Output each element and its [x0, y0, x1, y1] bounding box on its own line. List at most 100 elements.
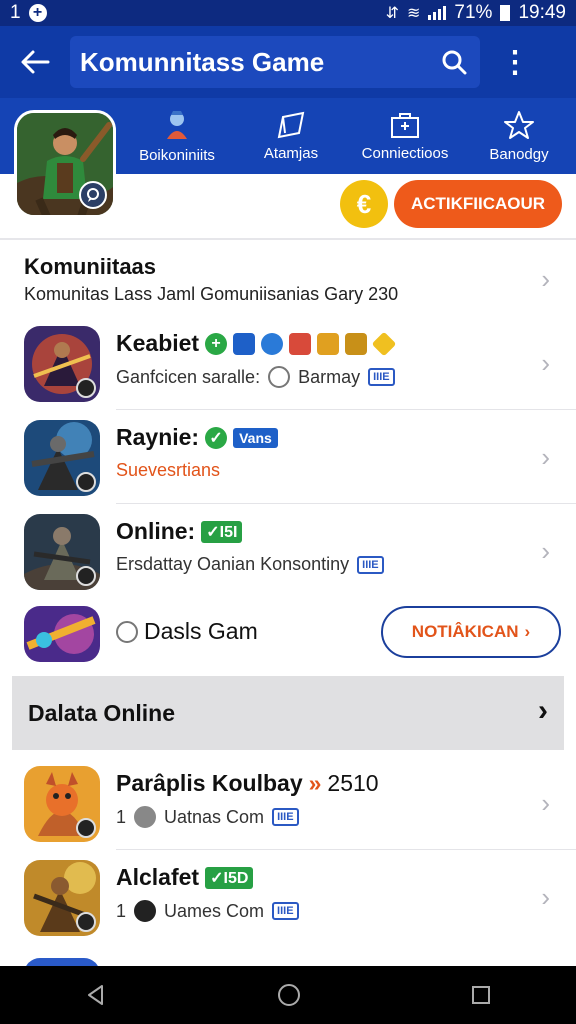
signal-icon	[428, 6, 447, 20]
clock-icon	[134, 806, 157, 828]
badge-icon	[76, 566, 96, 586]
battery-percent: 71%	[454, 2, 493, 23]
back-triangle-icon[interactable]	[84, 983, 108, 1007]
tab-atamjas[interactable]: Atamjas	[234, 98, 348, 174]
tab-conniectioos[interactable]: Conniectioos	[348, 98, 462, 174]
item-subtitle: Ganfcicen saralle: Barmay IIIE	[116, 366, 395, 388]
tab-bar: Boikoniniits Atamjas Conniectioos Banodg…	[120, 98, 576, 174]
keyboard-icon: IIIE	[368, 368, 395, 386]
briefcase-icon	[391, 112, 419, 138]
app-bar: Komunnitass Game ⋮	[0, 26, 576, 98]
list-item[interactable]: Online: ✓I5I Ersdattay Oanian Konsontiny…	[0, 504, 576, 598]
item-title: Dasls Gam	[116, 618, 258, 645]
community-section-header[interactable]: Komuniitaas Komunitas Lass Jaml Gomuniis…	[0, 246, 576, 312]
list-item[interactable]: Parâplis Koulbay » 2510 1 Uatnas Com III…	[0, 756, 576, 850]
item-sub-prefix: 1	[116, 900, 127, 921]
double-chevron-icon: »	[308, 770, 322, 796]
keyboard-icon: IIIE	[272, 902, 299, 920]
badge-icon	[76, 818, 96, 838]
search-button[interactable]	[428, 36, 480, 88]
keyboard-icon: IIIE	[357, 555, 384, 574]
tab-banodgy[interactable]: Banodgy	[462, 98, 576, 174]
sync-icon: ⇵	[385, 5, 400, 22]
wifi-icon: ≋	[407, 5, 421, 22]
game-thumbnail	[24, 326, 100, 402]
shield-icon	[233, 332, 256, 355]
radio-button[interactable]	[116, 620, 138, 643]
notification-button[interactable]: NOTIÂKICAN ›	[381, 606, 561, 658]
section-title: Dalata Online	[28, 700, 175, 726]
search-icon	[442, 50, 467, 75]
section-title: Komuniitaas	[24, 254, 157, 279]
tab-label: Conniectioos	[361, 144, 449, 162]
item-sub-prefix: 1	[116, 806, 127, 827]
recents-square-icon[interactable]	[470, 984, 492, 1006]
item-name: Keabiet	[116, 330, 200, 356]
item-name: Raynie:	[116, 424, 200, 450]
item-name: Online:	[116, 518, 196, 544]
diamond-icon	[371, 331, 397, 356]
vans-badge: Vans	[233, 427, 278, 448]
list-item[interactable]: Alclafet ✓I5D 1 Uames Com IIIE ›	[0, 850, 576, 944]
list-item[interactable]: Raynie: ✓ Vans Suevesrtians ›	[0, 410, 576, 504]
item-subtitle: Ersdattay Oanian Konsontiny IIIE	[116, 554, 384, 575]
status-bar: 1 + ⇵ ≋ 71% 19:49	[0, 0, 576, 26]
item-subtitle: 1 Uatnas Com IIIE	[116, 806, 299, 828]
chevron-right-icon: ›	[541, 536, 550, 566]
coin-button[interactable]: €	[340, 180, 388, 228]
tab-label: Boikoniniits	[139, 146, 215, 164]
game-thumbnail	[24, 514, 100, 590]
item-title: Parâplis Koulbay » 2510	[116, 770, 379, 797]
list-item[interactable]: Keabiet + Ganfcicen saralle: Barmay IIIE…	[0, 316, 576, 410]
chevron-right-icon: ›	[538, 694, 548, 727]
list-item[interactable]	[0, 944, 576, 966]
flag-icon	[277, 111, 305, 138]
robot-icon	[261, 332, 284, 355]
page-title: Komunnitass Game	[80, 46, 325, 77]
notification-count: 1	[10, 2, 21, 23]
item-sub-text: Uames Com	[164, 900, 265, 921]
clock: 19:49	[518, 2, 566, 23]
fire-icon	[289, 332, 312, 355]
item-subtitle: Suevesrtians	[116, 460, 221, 480]
tab-boikoniniits[interactable]: Boikoniniits	[120, 98, 234, 174]
star-icon	[504, 110, 534, 139]
item-title: Keabiet +	[116, 330, 397, 357]
badge-icon	[76, 472, 96, 492]
compass-icon	[134, 900, 157, 922]
battery-icon	[500, 5, 511, 21]
title-bar: Komunnitass Game	[70, 36, 480, 88]
more-vert-icon: ⋮	[500, 45, 530, 79]
system-nav-bar	[0, 966, 576, 1024]
plus-icon: +	[205, 332, 228, 355]
game-thumbnail	[24, 958, 100, 966]
chevron-right-icon: ›	[524, 622, 531, 641]
tab-label: Banodgy	[489, 145, 549, 163]
item-count: 2510	[327, 770, 379, 796]
divider	[0, 238, 576, 240]
chevron-right-icon: ›	[541, 882, 550, 912]
level-badge: ✓I5D	[205, 866, 254, 889]
back-button[interactable]	[0, 26, 70, 98]
coin-icon: €	[356, 188, 372, 219]
badge-icon	[76, 378, 96, 398]
arrow-left-icon	[21, 50, 50, 74]
item-subtitle: 1 Uames Com IIIE	[116, 900, 299, 922]
item-name: Parâplis Koulbay	[116, 770, 303, 796]
item-name: Dasls Gam	[144, 618, 258, 644]
activate-button[interactable]: ACTIKFIICAOUR	[394, 180, 562, 228]
section-subtitle: Komunitas Lass Jaml Gomuniisanias Gary 2…	[24, 284, 399, 304]
chat-icon	[79, 181, 107, 209]
badge-icon	[76, 912, 96, 932]
item-title: Online: ✓I5I	[116, 518, 243, 545]
radio-icon	[268, 366, 291, 388]
game-avatar[interactable]	[14, 110, 116, 218]
game-thumbnail	[24, 766, 100, 842]
home-circle-icon[interactable]	[276, 982, 302, 1008]
hero-icon	[167, 110, 187, 139]
activate-label: ACTIKFIICAOUR	[410, 194, 546, 213]
item-title: Raynie: ✓ Vans	[116, 424, 278, 451]
online-section-header[interactable]: Dalata Online ›	[12, 676, 564, 750]
chevron-right-icon: ›	[541, 264, 550, 294]
more-options-button[interactable]: ⋮	[480, 26, 550, 98]
